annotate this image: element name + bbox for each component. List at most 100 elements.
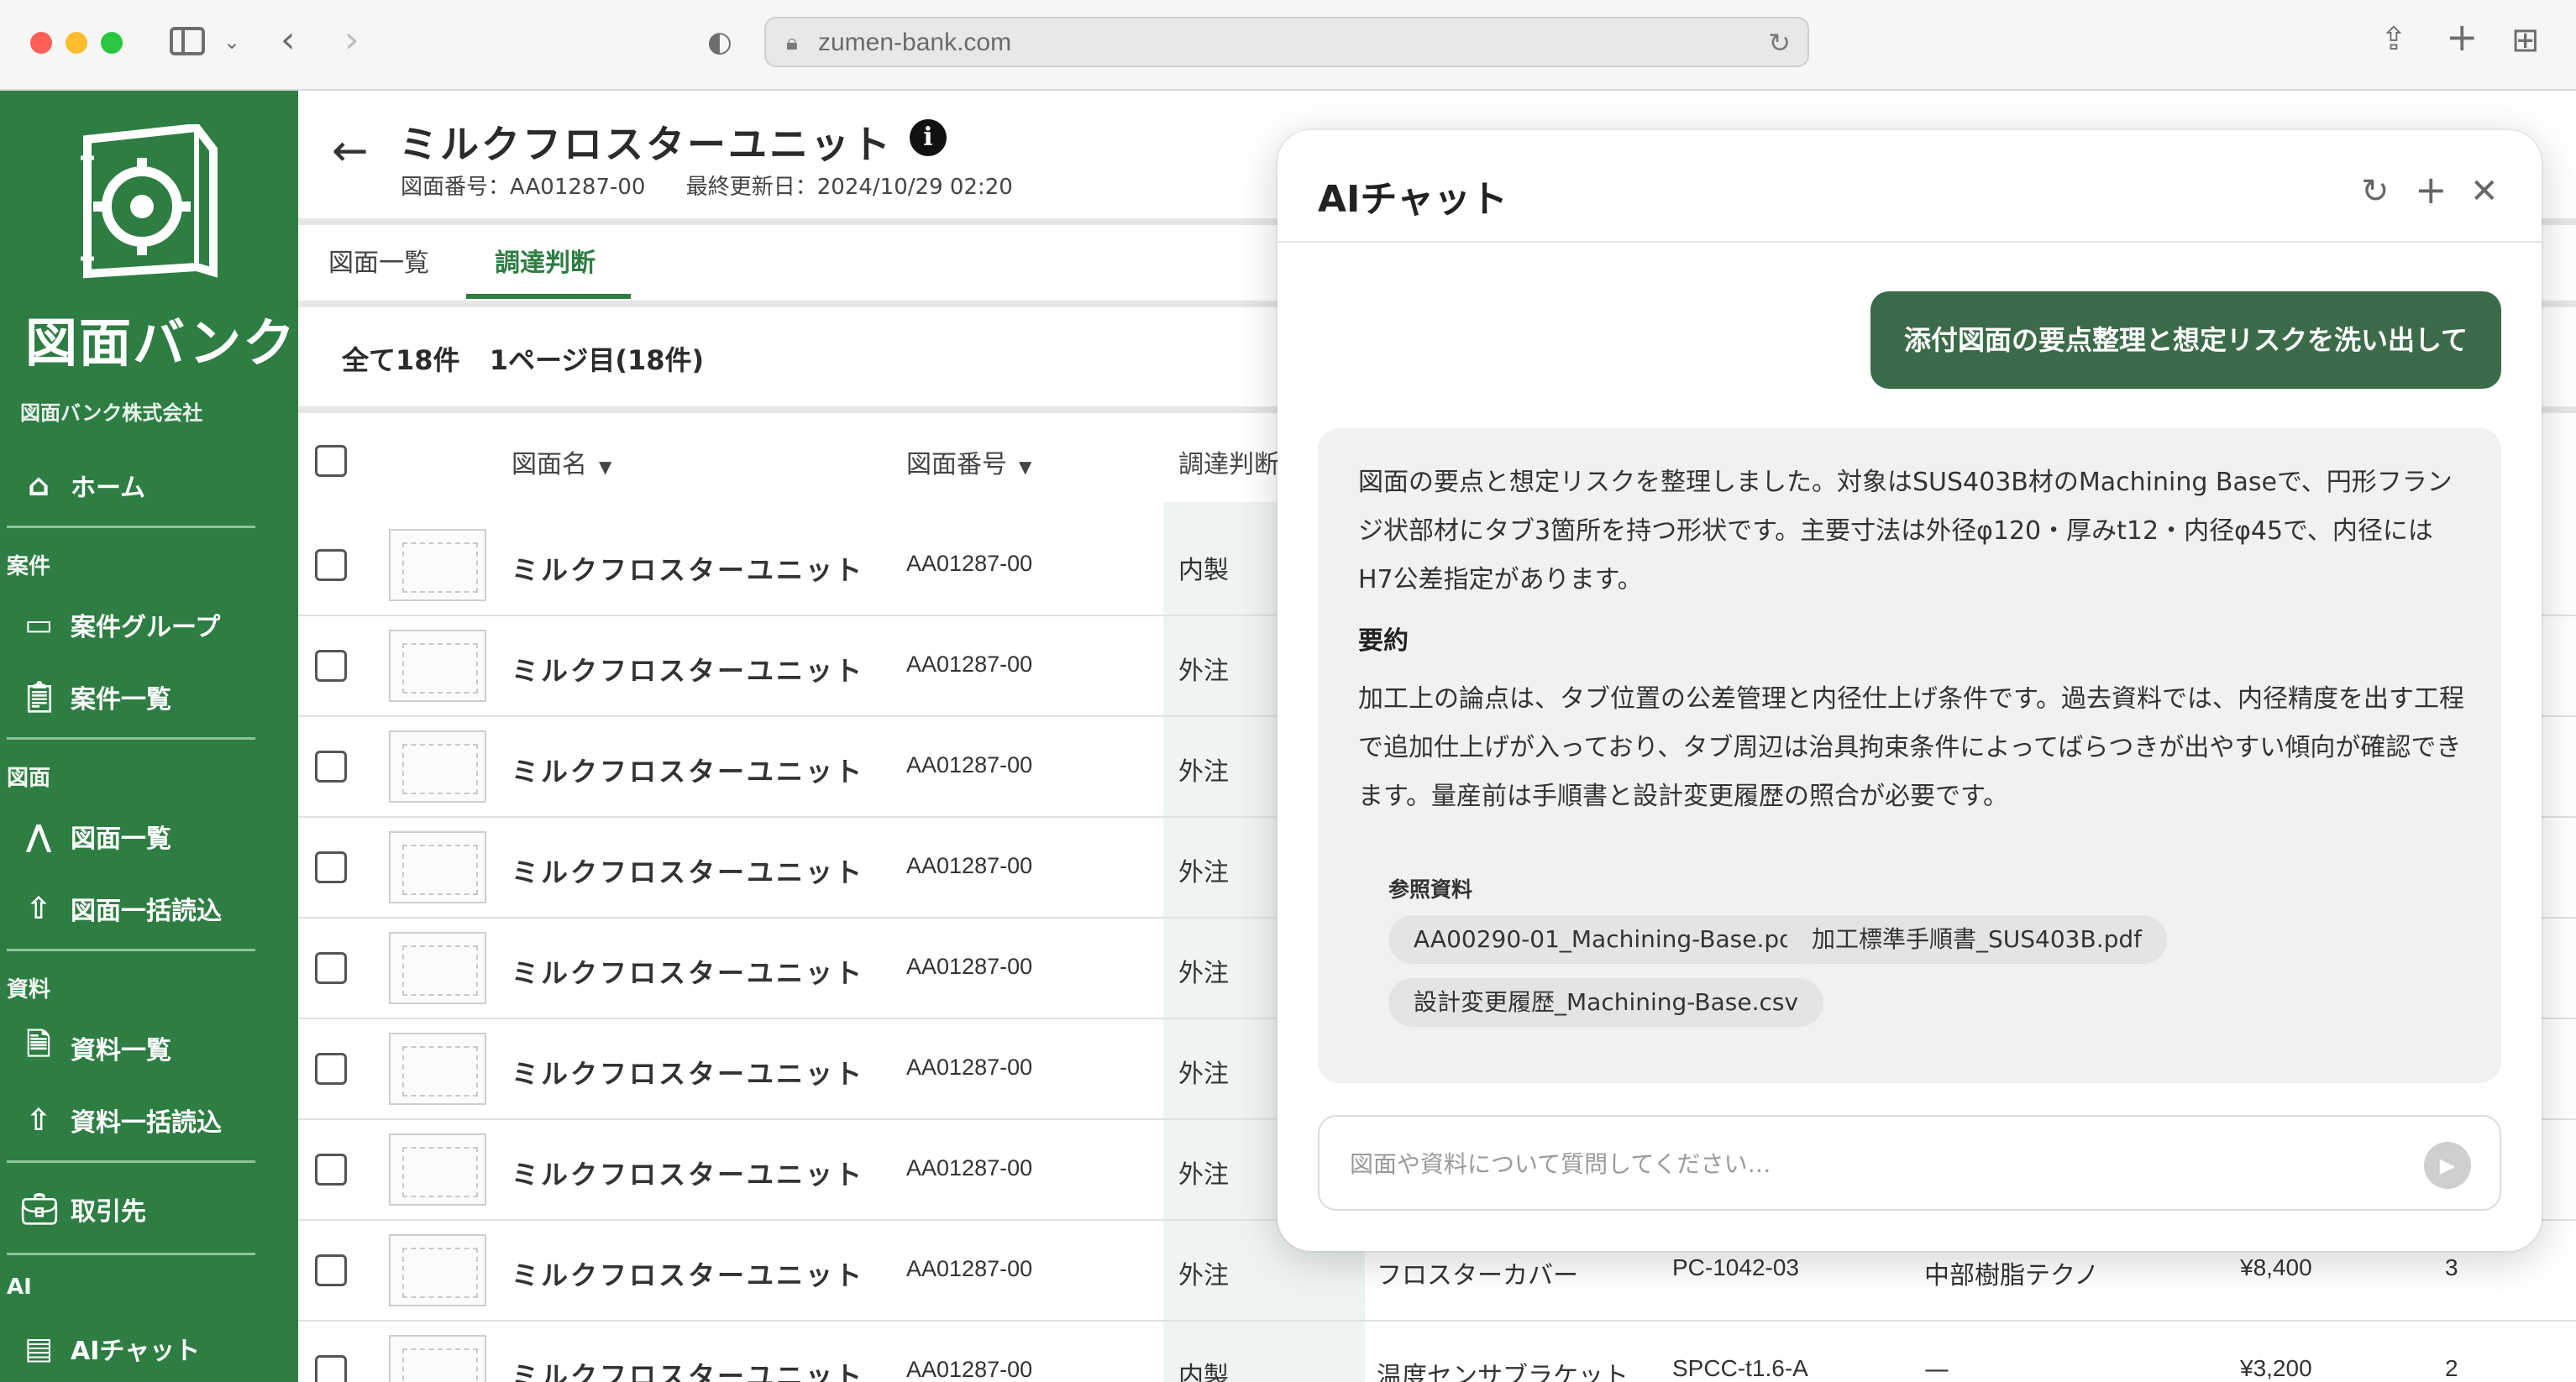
table-row[interactable]: ミルクフロスターユニット AA01287-00 内製 温度センサブラケット SP… bbox=[298, 1322, 2576, 1382]
share-icon[interactable]: ⇪ bbox=[2380, 22, 2407, 55]
drawing-number-cell: AA01287-00 bbox=[906, 1256, 1033, 1281]
drawing-thumbnail[interactable] bbox=[389, 1234, 486, 1306]
quantity-cell: 2 bbox=[2445, 1355, 2458, 1381]
summary-heading: 要約 bbox=[1358, 626, 1409, 656]
sidebar-item-label: AIチャット bbox=[71, 1337, 201, 1366]
row-checkbox[interactable] bbox=[315, 1053, 347, 1085]
reference-chip[interactable]: 加工標準手順書_SUS403B.pdf bbox=[1786, 915, 2167, 964]
quantity-cell: 3 bbox=[2445, 1254, 2458, 1280]
drawing-number-cell: AA01287-00 bbox=[906, 551, 1033, 576]
column-header-name[interactable]: 図面名 ▼ bbox=[512, 443, 611, 480]
info-icon[interactable]: i bbox=[910, 119, 947, 156]
tab-overview-icon[interactable]: ⊞ bbox=[2511, 24, 2540, 57]
chat-input-box[interactable]: ▶ bbox=[1318, 1115, 2501, 1211]
procurement-cell: 外注 bbox=[1178, 657, 1229, 686]
browser-forward-icon[interactable]: › bbox=[344, 22, 359, 59]
row-checkbox[interactable] bbox=[315, 650, 347, 682]
row-checkbox[interactable] bbox=[315, 1355, 347, 1382]
row-checkbox[interactable] bbox=[315, 1154, 347, 1186]
drawing-name: ミルクフロスターユニット bbox=[512, 1360, 865, 1382]
references-heading: 参照資料 bbox=[1388, 877, 1473, 902]
sort-caret-icon: ▼ bbox=[1019, 457, 1032, 477]
chevron-down-icon[interactable]: ⌄ bbox=[223, 25, 240, 59]
user-message: 添付図面の要点整理と想定リスクを洗い出して bbox=[1870, 291, 2501, 389]
drawing-thumbnail[interactable] bbox=[389, 630, 486, 702]
reference-chip[interactable]: 設計変更履歴_Machining-Base.csv bbox=[1388, 978, 1824, 1027]
sidebar-item-drawing-import[interactable]: ⇧ 図面一括読込 bbox=[20, 883, 222, 934]
sidebar-item-ai-chat[interactable]: ▤ AIチャット bbox=[20, 1323, 200, 1374]
sidebar-item-doc-list[interactable]: 🗎︎ 資料一覧 bbox=[20, 1023, 171, 1073]
page-count: 1ページ目(18件) bbox=[489, 344, 705, 376]
tab-drawing-list[interactable]: 図面一覧 bbox=[328, 242, 429, 292]
tab-procurement[interactable]: 調達判断 bbox=[495, 242, 595, 292]
sidebar-item-case-list[interactable]: 📋︎ 案件一覧 bbox=[20, 672, 171, 722]
sidebar-item-label: ホーム bbox=[71, 474, 146, 503]
drawing-thumbnail[interactable] bbox=[389, 730, 486, 803]
divider bbox=[1278, 241, 2542, 243]
reference-chip[interactable]: AA00290-01_Machining-Base.pdf bbox=[1388, 915, 1828, 964]
zoom-window-button[interactable] bbox=[101, 32, 123, 54]
sidebar-item-doc-import[interactable]: ⇧ 資料一括読込 bbox=[20, 1095, 222, 1145]
procurement-cell: 外注 bbox=[1178, 1261, 1229, 1290]
drawing-thumbnail[interactable] bbox=[389, 1133, 486, 1206]
chat-icon: ▤ bbox=[24, 1331, 53, 1366]
new-tab-icon[interactable]: + bbox=[2446, 18, 2479, 56]
drawing-thumbnail[interactable] bbox=[389, 831, 486, 903]
company-name: 図面バンク株式会社 bbox=[20, 401, 203, 425]
refresh-icon[interactable]: ↻ bbox=[2361, 172, 2390, 211]
drawing-name: ミルクフロスターユニット bbox=[512, 554, 865, 586]
send-icon[interactable]: ▶ bbox=[2424, 1142, 2471, 1189]
sidebar-item-drawing-list[interactable]: ⋀ 図面一覧 bbox=[20, 811, 171, 861]
reload-icon[interactable]: ↻ bbox=[1768, 27, 1791, 59]
procurement-cell: 外注 bbox=[1178, 858, 1229, 887]
back-arrow-icon[interactable]: ← bbox=[332, 126, 369, 176]
drawing-number-cell: AA01287-00 bbox=[906, 1357, 1033, 1382]
privacy-shield-icon[interactable]: ◐ bbox=[707, 25, 732, 59]
row-checkbox[interactable] bbox=[315, 851, 347, 883]
select-all-checkbox[interactable] bbox=[315, 445, 347, 477]
drawing-number-cell: AA01287-00 bbox=[906, 1055, 1033, 1080]
part-code-cell: PC-1042-03 bbox=[1672, 1254, 1799, 1280]
sidebar-section-docs: 資料 bbox=[7, 977, 51, 1002]
row-checkbox[interactable] bbox=[315, 751, 347, 783]
vendor-cell: — bbox=[1924, 1355, 1949, 1382]
drawing-name: ミルクフロスターユニット bbox=[512, 1058, 865, 1090]
drawing-name: ミルクフロスターユニット bbox=[512, 957, 865, 989]
drawing-number-cell: AA01287-00 bbox=[906, 752, 1033, 777]
sidebar-section-drawing: 図面 bbox=[7, 766, 51, 791]
column-header-label: 図面名 bbox=[512, 450, 587, 479]
procurement-cell: 内製 bbox=[1178, 1362, 1229, 1382]
drawing-name: ミルクフロスターユニット bbox=[512, 1159, 865, 1191]
browser-back-icon[interactable]: ‹ bbox=[281, 22, 296, 59]
address-bar[interactable]: 🔒︎ zumen-bank.com ↻ bbox=[764, 17, 1809, 67]
drawing-name: ミルクフロスターユニット bbox=[512, 856, 865, 888]
vendor-link[interactable]: 中部樹脂テクノ bbox=[1924, 1254, 2099, 1291]
drawing-thumbnail[interactable] bbox=[389, 529, 486, 601]
drawing-thumbnail[interactable] bbox=[389, 932, 486, 1004]
active-tab-indicator bbox=[466, 294, 631, 299]
new-chat-icon[interactable]: + bbox=[2415, 167, 2447, 212]
drawing-thumbnail[interactable] bbox=[389, 1335, 486, 1382]
sidebar-item-home[interactable]: ⌂ ホーム bbox=[20, 460, 145, 510]
row-checkbox[interactable] bbox=[315, 1254, 347, 1286]
upload-icon: ⇧ bbox=[25, 891, 52, 926]
part-name-cell: フロスターカバー bbox=[1377, 1261, 1578, 1290]
clipboard-icon: 📋︎ bbox=[20, 680, 59, 715]
drawing-name: ミルクフロスターユニット bbox=[512, 1259, 865, 1291]
sidebar-item-label: 図面一覧 bbox=[71, 824, 171, 854]
sidebar-divider bbox=[7, 1253, 255, 1255]
sidebar-item-partners[interactable]: 💼︎ 取引先 bbox=[20, 1184, 146, 1234]
row-checkbox[interactable] bbox=[315, 952, 347, 984]
sidebar-divider bbox=[7, 1160, 255, 1163]
column-header-number[interactable]: 図面番号 ▼ bbox=[906, 443, 1031, 480]
close-icon[interactable]: ✕ bbox=[2470, 172, 2499, 211]
sidebar-item-label: 取引先 bbox=[71, 1197, 146, 1227]
page-title: ミルクフロスターユニット bbox=[399, 122, 893, 167]
sidebar-item-case-group[interactable]: ▭ 案件グループ bbox=[20, 599, 220, 650]
drawing-thumbnail[interactable] bbox=[389, 1033, 486, 1105]
sidebar-toggle-icon[interactable] bbox=[170, 27, 205, 55]
chat-input[interactable] bbox=[1350, 1140, 2391, 1187]
row-checkbox[interactable] bbox=[315, 549, 347, 581]
minimize-window-button[interactable] bbox=[66, 32, 87, 54]
close-window-button[interactable] bbox=[30, 32, 52, 54]
